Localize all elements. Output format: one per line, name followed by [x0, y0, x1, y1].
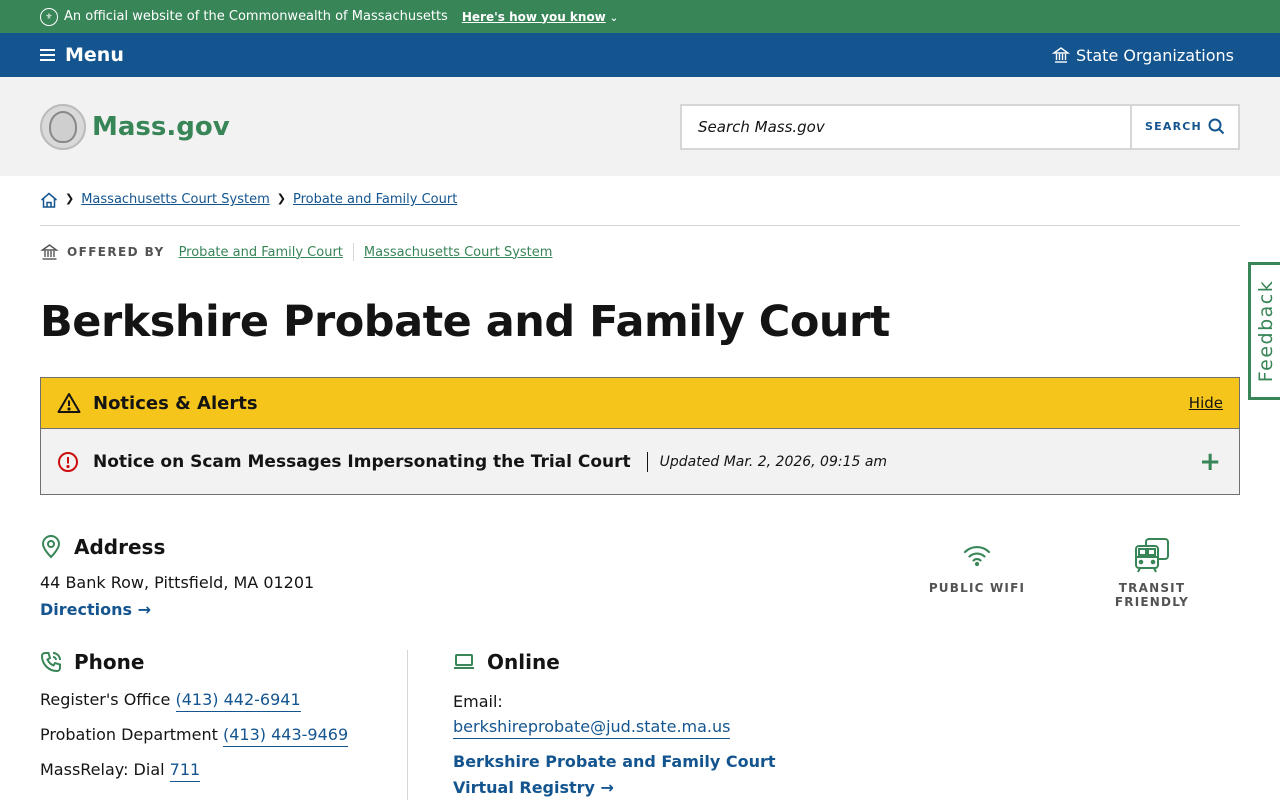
breadcrumb-probate-court[interactable]: Probate and Family Court — [293, 192, 457, 207]
notices-alerts: Notices & Alerts Hide Notice on Scam Mes… — [40, 377, 1240, 495]
alerts-title: Notices & Alerts — [93, 392, 258, 414]
column-divider — [407, 650, 408, 800]
search-input[interactable] — [682, 105, 1130, 148]
building-icon — [1051, 47, 1070, 63]
phone-heading: Phone — [40, 650, 407, 674]
amenities: PUBLIC WIFI TRANSIT FRIENDLY — [912, 535, 1217, 609]
phone-label: Register's Office — [40, 690, 171, 709]
phone-icon — [40, 652, 61, 673]
alerts-header: Notices & Alerts Hide — [41, 378, 1239, 429]
registry-line-1: Berkshire Probate and Family Court — [453, 752, 776, 771]
state-organizations-button[interactable]: State Organizations — [1051, 45, 1234, 65]
top-nav: Menu State Organizations — [0, 33, 1280, 77]
offered-by-label: OFFERED BY — [67, 245, 165, 259]
alert-item[interactable]: Notice on Scam Messages Impersonating th… — [41, 429, 1239, 494]
online-heading: Online — [453, 650, 776, 674]
seal-mini-icon: ⚜ — [40, 7, 58, 26]
address-section: Address 44 Bank Row, Pittsfield, MA 0120… — [40, 535, 314, 619]
phone-number-link[interactable]: 711 — [169, 760, 201, 782]
phone-row: Register's Office (413) 442-6941 — [40, 690, 407, 712]
search-button[interactable]: SEARCH — [1130, 105, 1238, 148]
directions-link[interactable]: Directions → — [40, 600, 314, 619]
alert-circle-icon — [58, 451, 78, 472]
phone-heading-text: Phone — [74, 650, 145, 674]
online-heading-text: Online — [487, 650, 560, 674]
phone-label: Probation Department — [40, 725, 218, 744]
email-label: Email: — [453, 692, 503, 711]
how-link-label: Here's how you know — [461, 9, 606, 24]
site-header: Mass.gov SEARCH — [0, 77, 1280, 176]
phone-row: Probation Department (413) 443-9469 — [40, 725, 407, 747]
offered-by: OFFERED BY Probate and Family Court Mass… — [40, 243, 1240, 261]
wifi-icon — [963, 545, 991, 567]
feedback-label: Feedback — [1255, 279, 1278, 383]
alert-title: Notice on Scam Messages Impersonating th… — [93, 451, 648, 472]
phone-label: MassRelay: Dial — [40, 760, 165, 779]
heres-how-you-know-button[interactable]: Here's how you know ⌄ — [462, 10, 618, 24]
laptop-icon — [454, 654, 474, 669]
search-icon — [1208, 118, 1225, 135]
online-section: Online Email: berkshireprobate@jud.state… — [453, 650, 776, 800]
feedback-tab[interactable]: Feedback — [1248, 262, 1280, 400]
official-banner: ⚜ An official website of the Commonwealt… — [0, 0, 1280, 33]
state-seal-icon — [40, 103, 86, 150]
state-orgs-label: State Organizations — [1075, 45, 1234, 65]
virtual-registry-link[interactable]: Berkshire Probate and Family Court Virtu… — [453, 749, 776, 800]
chevron-down-icon: ⌄ — [609, 12, 619, 24]
page-title: Berkshire Probate and Family Court — [40, 297, 890, 347]
amenity-transit-friendly: TRANSIT FRIENDLY — [1087, 535, 1217, 609]
breadcrumb: ❯ Massachusetts Court System ❯ Probate a… — [40, 192, 1240, 226]
address-heading: Address — [40, 535, 314, 559]
menu-label: Menu — [65, 44, 124, 66]
logo-text: Mass.gov — [92, 111, 230, 142]
hamburger-icon — [40, 49, 55, 61]
expand-icon[interactable]: + — [1199, 447, 1221, 477]
building-icon — [40, 244, 59, 260]
email-link[interactable]: berkshireprobate@jud.state.ma.us — [453, 717, 731, 739]
chevron-right-icon: ❯ — [276, 192, 286, 205]
divider — [352, 243, 354, 261]
phone-section: Phone Register's Office (413) 442-6941 P… — [40, 650, 407, 782]
menu-button[interactable]: Menu — [40, 44, 124, 66]
official-text: An official website of the Commonwealth … — [64, 9, 448, 24]
amenity-public-wifi: PUBLIC WIFI — [912, 535, 1042, 609]
phone-number-link[interactable]: (413) 442-6941 — [175, 690, 301, 712]
location-pin-icon — [41, 535, 61, 559]
offered-by-court-system[interactable]: Massachusetts Court System — [364, 245, 553, 260]
home-icon[interactable] — [40, 192, 58, 208]
chevron-right-icon: ❯ — [65, 192, 75, 205]
search-button-label: SEARCH — [1145, 120, 1202, 133]
amenity-label: TRANSIT FRIENDLY — [1114, 581, 1190, 609]
address-line: 44 Bank Row, Pittsfield, MA 01201 — [40, 573, 315, 592]
search-form: SEARCH — [680, 103, 1240, 150]
mass-gov-logo[interactable]: Mass.gov — [40, 103, 230, 150]
registry-line-2: Virtual Registry → — [453, 778, 614, 797]
hide-alerts-button[interactable]: Hide — [1189, 394, 1223, 412]
alert-updated: Updated Mar. 2, 2026, 09:15 am — [659, 453, 888, 470]
warning-icon — [57, 393, 81, 413]
transit-icon — [1135, 538, 1169, 573]
offered-by-probate-court[interactable]: Probate and Family Court — [179, 245, 343, 260]
address-heading-text: Address — [74, 535, 166, 559]
amenity-label: PUBLIC WIFI — [928, 581, 1026, 595]
phone-number-link[interactable]: (413) 443-9469 — [223, 725, 349, 747]
phone-row: MassRelay: Dial 711 — [40, 760, 407, 782]
breadcrumb-court-system[interactable]: Massachusetts Court System — [81, 192, 270, 207]
